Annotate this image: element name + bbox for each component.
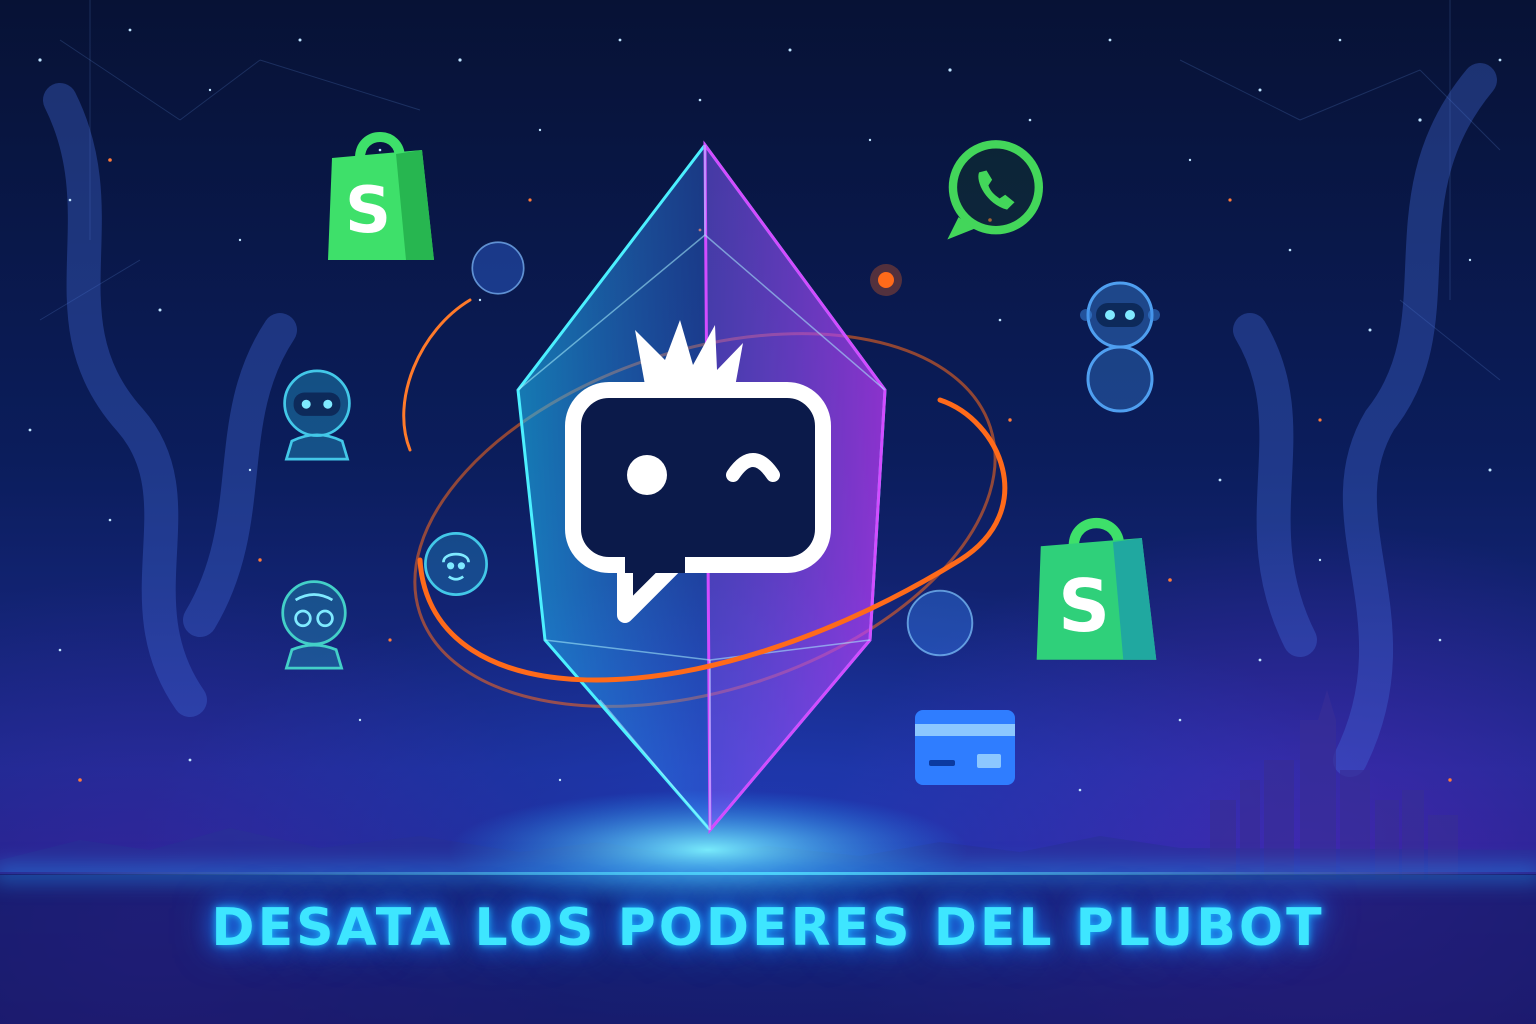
robot-head-icon — [281, 580, 347, 670]
shopify-bag-icon: S — [1036, 518, 1157, 660]
whatsapp-icon — [947, 140, 1043, 240]
robot-figure-icon — [1080, 281, 1160, 413]
credit-card-icon — [915, 710, 1015, 785]
shopify-bag-icon: S — [328, 132, 434, 260]
banner-title: DESATA LOS PODERES DEL PLUBOT — [211, 898, 1325, 958]
orb-icon — [906, 589, 974, 657]
robot-head-icon — [283, 369, 351, 461]
svg-text:S: S — [1058, 565, 1110, 649]
orb-icon — [471, 241, 525, 295]
robot-face-icon — [424, 532, 488, 596]
svg-text:S: S — [345, 174, 391, 248]
plubot-chat-icon — [565, 320, 831, 623]
horizon-glow — [0, 872, 1536, 875]
hero-banner: S S DESATA LOS PODERES DEL PLUBOT — [0, 0, 1536, 1024]
